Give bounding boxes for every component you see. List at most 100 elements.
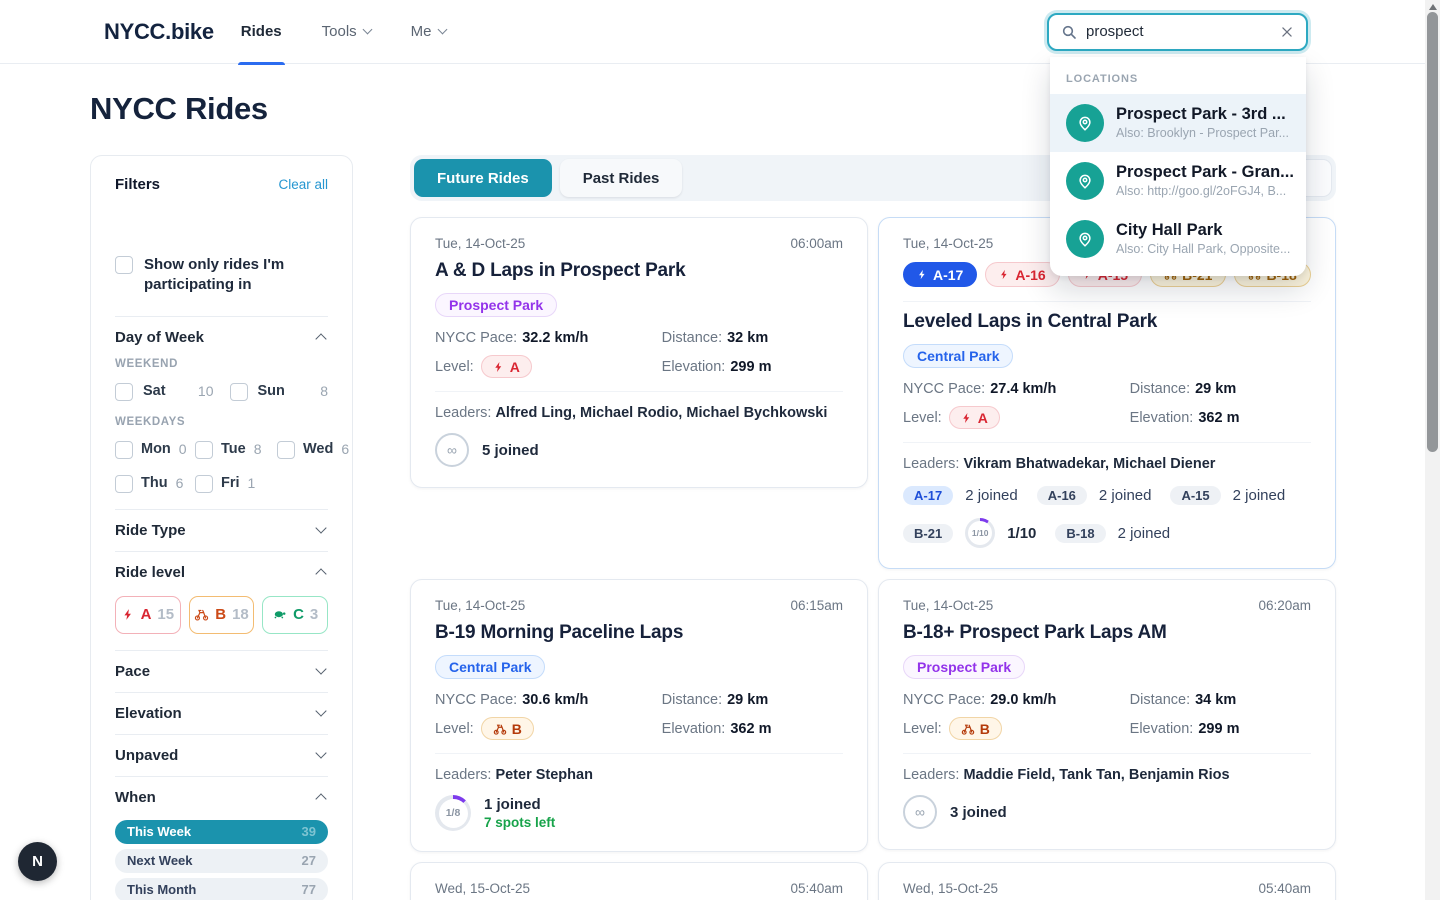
ride-type-header[interactable]: Ride Type: [115, 510, 328, 551]
level-a-filter-button[interactable]: A 15: [115, 596, 181, 634]
ride-card[interactable]: Tue, 14-Oct-25 06:15am B-19 Morning Pace…: [410, 579, 868, 852]
mon-checkbox[interactable]: [115, 441, 133, 459]
ride-level-title: Ride level: [115, 564, 185, 581]
ride-card[interactable]: Tue, 14-Oct-25 06:00am A & D Laps in Pro…: [410, 217, 868, 488]
capacity-progress-text: 1/8: [439, 799, 468, 828]
unpaved-header[interactable]: Unpaved: [115, 735, 328, 776]
avatar[interactable]: N: [18, 842, 57, 881]
level-c-filter-button[interactable]: C 3: [262, 596, 328, 634]
when-next-week[interactable]: Next Week 27: [115, 849, 328, 873]
scrollbar-thumb[interactable]: [1427, 12, 1438, 452]
capacity-progress-circle: 1/10: [965, 518, 995, 548]
nav-me[interactable]: Me: [411, 0, 446, 64]
sun-checkbox[interactable]: [230, 383, 248, 401]
ride-time: 05:40am: [1258, 881, 1311, 896]
distance-label: Distance:: [1130, 692, 1190, 708]
fri-checkbox[interactable]: [195, 475, 213, 493]
app-logo[interactable]: NYCC.bike: [104, 19, 214, 45]
day-filter-thu[interactable]: Thu 6: [115, 474, 195, 493]
location-text: Prospect Park - Gran... Also: http://goo…: [1116, 163, 1290, 199]
level-letter: A: [141, 606, 152, 623]
clear-search-icon[interactable]: [1278, 23, 1296, 41]
location-text: Prospect Park - 3rd ... Also: Brooklyn -…: [1116, 105, 1289, 141]
distance-value: 34 km: [1195, 692, 1236, 708]
nav-me-label: Me: [411, 23, 432, 40]
location-tag[interactable]: Prospect Park: [435, 293, 557, 317]
ride-time: 06:15am: [790, 598, 843, 613]
pace-label: NYCC Pace:: [435, 330, 517, 346]
ride-type-title: Ride Type: [115, 522, 186, 539]
nav-rides[interactable]: Rides: [241, 0, 282, 64]
location-suggestion[interactable]: Prospect Park - 3rd ... Also: Brooklyn -…: [1050, 94, 1306, 152]
search-input[interactable]: [1086, 23, 1278, 40]
ride-title: Leveled Laps in Central Park: [903, 311, 1311, 333]
tue-checkbox[interactable]: [195, 441, 213, 459]
locations-dropdown: LOCATIONS Prospect Park - 3rd ... Also: …: [1050, 57, 1306, 276]
level-count: 18: [232, 606, 249, 623]
location-title: City Hall Park: [1116, 221, 1290, 240]
day-filter-tue[interactable]: Tue 8: [195, 440, 277, 459]
chevron-down-icon: [315, 705, 326, 716]
ride-date: Tue, 14-Oct-25: [435, 236, 525, 251]
ride-card[interactable]: Tue, 14-Oct-25 06:20am B-18+ Prospect Pa…: [878, 579, 1336, 850]
capacity-circle: ∞: [435, 433, 469, 467]
bike-icon: [961, 722, 975, 736]
day-filter-mon[interactable]: Mon 0: [115, 440, 195, 459]
day-label: Mon: [141, 441, 171, 457]
leaders-names: Peter Stephan: [495, 767, 593, 783]
ride-level-header[interactable]: Ride level: [115, 552, 328, 593]
capacity-progress-circle: 1/8: [435, 795, 471, 831]
participating-checkbox[interactable]: [115, 256, 133, 274]
distance-label: Distance:: [662, 692, 722, 708]
filter-section-ride-level: Ride level A 15: [115, 552, 328, 651]
weekend-label: WEEKEND: [115, 358, 328, 370]
group-pill-selected[interactable]: A-17: [903, 262, 977, 287]
bolt-icon: [122, 608, 135, 621]
bolt-icon: [961, 412, 973, 424]
chevron-down-icon: [315, 522, 326, 533]
day-of-week-header[interactable]: Day of Week: [115, 317, 328, 358]
day-filter-fri[interactable]: Fri 1: [195, 474, 277, 493]
pace-title: Pace: [115, 663, 150, 680]
day-filter-sun[interactable]: Sun 8: [230, 382, 329, 401]
level-label: Level:: [903, 721, 942, 737]
sat-checkbox[interactable]: [115, 383, 133, 401]
joined-count: 1 joined: [484, 796, 555, 813]
location-pin-icon: [1066, 220, 1104, 258]
when-title: When: [115, 789, 156, 806]
when-this-month[interactable]: This Month 77: [115, 878, 328, 900]
ride-card[interactable]: Wed, 15-Oct-25 05:40am Not Quite Your MI…: [878, 862, 1336, 900]
elevation-value: 299 m: [1198, 721, 1239, 737]
location-suggestion[interactable]: Prospect Park - Gran... Also: http://goo…: [1050, 152, 1306, 210]
day-filter-sat[interactable]: Sat 10: [115, 382, 230, 401]
tab-future-rides[interactable]: Future Rides: [414, 159, 552, 197]
top-navigation-bar: NYCC.bike Rides Tools Me: [0, 0, 1440, 64]
elevation-header[interactable]: Elevation: [115, 693, 328, 734]
main-nav: Rides Tools Me: [241, 0, 446, 64]
day-label: Sun: [258, 383, 285, 399]
location-tag[interactable]: Prospect Park: [903, 655, 1025, 679]
tab-past-rides[interactable]: Past Rides: [560, 159, 683, 197]
day-label: Thu: [141, 475, 168, 491]
clear-all-link[interactable]: Clear all: [278, 177, 328, 192]
nav-tools[interactable]: Tools: [322, 0, 371, 64]
location-suggestion[interactable]: City Hall Park Also: City Hall Park, Opp…: [1050, 210, 1306, 268]
thu-checkbox[interactable]: [115, 475, 133, 493]
wed-checkbox[interactable]: [277, 441, 295, 459]
elevation-label: Elevation:: [1130, 721, 1194, 737]
day-filter-wed[interactable]: Wed 6: [277, 440, 349, 459]
ride-card[interactable]: Wed, 15-Oct-25 05:40am MID-WEEK SHUFFLE …: [410, 862, 868, 900]
location-tag[interactable]: Central Park: [435, 655, 545, 679]
when-count: 39: [302, 824, 316, 839]
leaders-label: Leaders:: [903, 456, 959, 472]
level-letter: B: [980, 721, 990, 737]
location-tag[interactable]: Central Park: [903, 344, 1013, 368]
level-b-filter-button[interactable]: B 18: [189, 596, 255, 634]
when-this-week[interactable]: This Week 39: [115, 820, 328, 844]
scroll-up-arrow-icon[interactable]: [1429, 4, 1437, 10]
when-header[interactable]: When: [115, 777, 328, 818]
when-label: This Month: [127, 882, 196, 897]
pace-header[interactable]: Pace: [115, 651, 328, 692]
group-pill[interactable]: A-16: [985, 262, 1059, 287]
vertical-scrollbar[interactable]: [1425, 0, 1440, 900]
